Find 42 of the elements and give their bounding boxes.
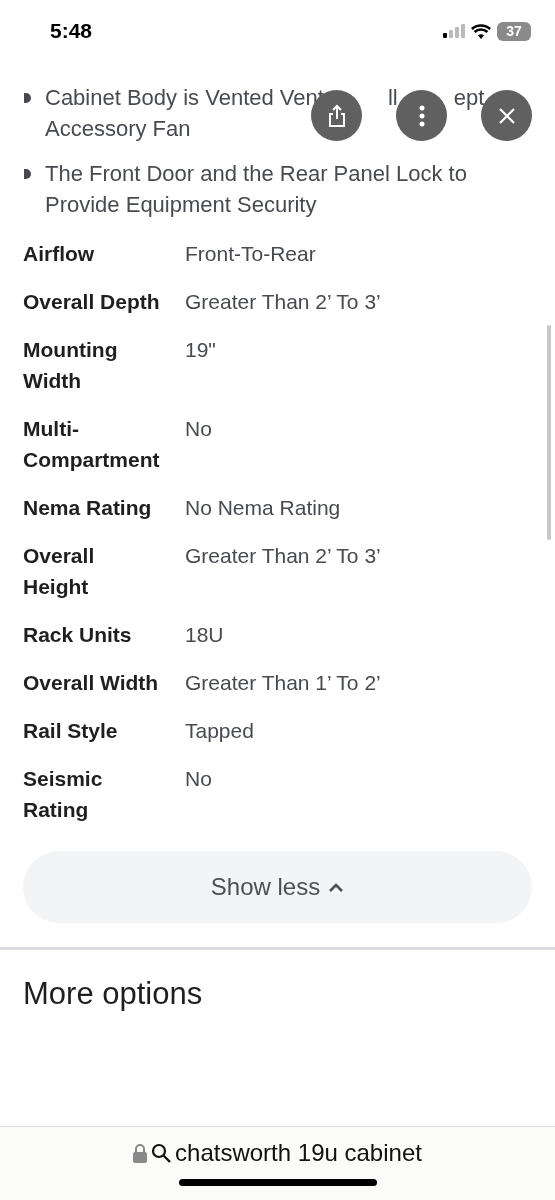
spec-label: Rack Units <box>23 622 133 648</box>
more-button[interactable] <box>396 90 447 141</box>
close-icon <box>497 106 516 125</box>
spec-value: Tapped <box>185 718 255 744</box>
lock-icon <box>133 1143 148 1163</box>
battery-level: 37 <box>497 21 531 41</box>
spec-value: Front-To-Rear <box>185 241 317 267</box>
spec-label: Nema Rating <box>23 495 153 521</box>
spec-label: Overall Depth <box>23 289 161 315</box>
share-icon <box>326 103 347 128</box>
more-vertical-icon <box>418 104 425 127</box>
spec-label: Overall Height <box>23 543 96 600</box>
bullet-text: The Front Door and the Rear Panel Lock to <box>45 160 467 188</box>
spec-value: No Nema Rating <box>185 495 342 521</box>
bullet-icon <box>23 93 31 103</box>
wifi-icon <box>471 23 491 39</box>
spec-label: Mounting Width <box>23 337 119 394</box>
spec-label: Seismic Rating <box>23 766 104 823</box>
spec-label: Multi-Compartment <box>23 416 161 473</box>
spec-label: Overall Width <box>23 670 160 696</box>
spec-value: Greater Than 1’ To 2’ <box>185 670 382 696</box>
bullet-icon <box>23 169 31 179</box>
spec-value: 18U <box>185 622 225 648</box>
spec-value: 19" <box>185 337 217 363</box>
section-title: More options <box>23 976 204 1012</box>
search-icon <box>151 1143 172 1163</box>
text-fragment: ll <box>387 84 398 112</box>
text-fragment: ept <box>453 84 485 112</box>
spec-label: Rail Style <box>23 718 119 744</box>
address-bar[interactable]: chatsworth 19u cabinet <box>0 1126 555 1200</box>
address-text: chatsworth 19u cabinet <box>175 1139 422 1167</box>
signal-icon <box>443 24 465 38</box>
bullet-text: Accessory Fan <box>45 115 191 143</box>
show-less-button[interactable]: Show less <box>23 851 532 923</box>
clock-time: 5:48 <box>50 19 93 43</box>
spec-value: No <box>185 416 213 442</box>
spec-value: No <box>185 766 213 792</box>
chevron-up-icon <box>328 882 345 892</box>
spec-value: Greater Than 2’ To 3’ <box>185 289 382 315</box>
spec-value: Greater Than 2’ To 3’ <box>185 543 382 569</box>
bullet-text: Provide Equipment Security <box>45 191 317 219</box>
spec-label: Airflow <box>23 241 96 267</box>
